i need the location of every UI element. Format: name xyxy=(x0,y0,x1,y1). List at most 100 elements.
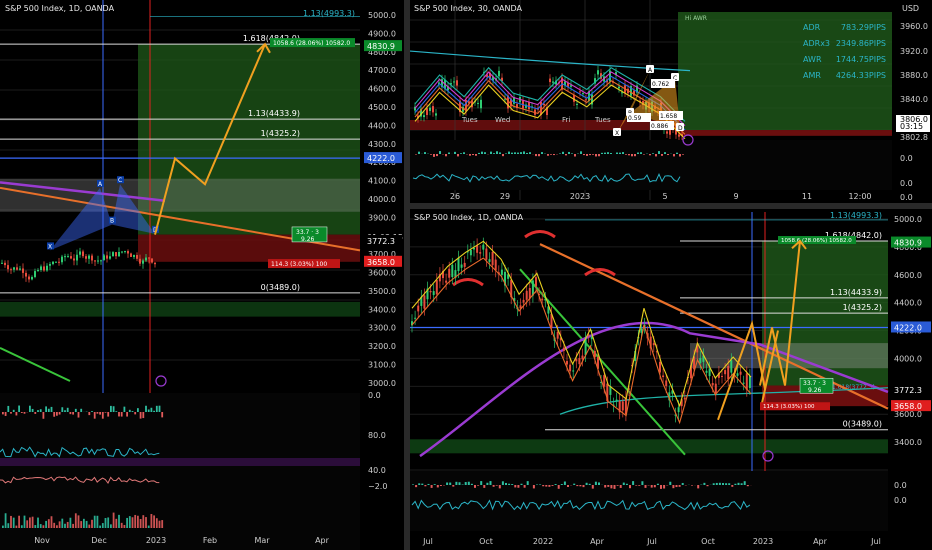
macd-histogram-bar xyxy=(576,485,579,487)
macd-histogram-bar xyxy=(161,412,164,418)
candle-body xyxy=(133,255,135,257)
volume-bar xyxy=(4,513,7,528)
volume-bar xyxy=(2,525,4,528)
macd-histogram-bar xyxy=(691,485,693,486)
trade-label-green-line1: 33.7 · 3 xyxy=(803,380,826,387)
macd-histogram-bar xyxy=(470,483,473,485)
macd-histogram-bar xyxy=(622,152,624,154)
macd-histogram-bar xyxy=(475,154,477,156)
macd-histogram-bar xyxy=(547,154,549,156)
time-axis-tick: Jul xyxy=(870,537,881,546)
macd-histogram-bar xyxy=(511,152,513,154)
macd-histogram-bar xyxy=(474,485,476,488)
macd-histogram-bar xyxy=(4,412,7,416)
macd-histogram-bar xyxy=(91,411,93,412)
macd-histogram-bar xyxy=(445,154,447,157)
volume-bar xyxy=(74,513,77,528)
volume-bar xyxy=(23,515,26,528)
volume-bar xyxy=(56,525,58,528)
macd-histogram-bar xyxy=(520,152,522,154)
macd-histogram-bar xyxy=(541,152,543,154)
price-axis-tick: 5000.0 xyxy=(368,11,396,20)
macd-histogram-bar xyxy=(34,412,37,414)
macd-histogram-bar xyxy=(678,485,681,487)
candle-body xyxy=(16,267,18,270)
macd-histogram-bar xyxy=(74,408,77,412)
candle-body xyxy=(621,92,623,94)
candle-body xyxy=(124,251,126,253)
macd-histogram-bar xyxy=(579,485,582,487)
macd-histogram-bar xyxy=(551,485,554,486)
macd-histogram-bar xyxy=(2,412,4,415)
macd-histogram-bar xyxy=(746,485,749,487)
macd-histogram-bar xyxy=(574,154,576,157)
candle-body xyxy=(597,70,599,75)
sub-axis-tick: 80.0 xyxy=(368,431,386,440)
macd-histogram-bar xyxy=(542,485,545,487)
pattern-point-label: C xyxy=(118,177,122,184)
candle-body xyxy=(76,254,78,261)
stat-value: 2349.86PIPS xyxy=(836,39,886,48)
candle-body xyxy=(730,360,733,373)
candle-body xyxy=(130,253,132,257)
macd-histogram-bar xyxy=(712,483,715,485)
volume-bar xyxy=(123,524,126,528)
macd-histogram-bar xyxy=(563,481,566,485)
candle-body xyxy=(705,370,708,373)
hi-awr-label: Hi AWR xyxy=(685,15,707,22)
volume-bar xyxy=(58,521,61,528)
time-axis-tick: Feb xyxy=(203,536,217,545)
candle-body xyxy=(566,361,568,365)
candle-body xyxy=(494,259,497,271)
macd-histogram-bar xyxy=(483,485,486,488)
candle-body xyxy=(429,107,431,111)
macd-histogram-bar xyxy=(737,482,740,485)
stat-value: 1744.75PIPS xyxy=(836,55,886,64)
volume-bar xyxy=(155,518,158,528)
macd-histogram-bar xyxy=(529,152,531,154)
candle-body xyxy=(94,260,96,262)
macd-histogram-bar xyxy=(731,485,734,487)
macd-histogram-bar xyxy=(15,412,18,416)
trade-label-red: 114.3 (3.03%) 100 xyxy=(763,404,815,410)
macd-histogram-bar xyxy=(635,485,638,486)
macd-histogram-bar xyxy=(477,485,480,486)
macd-histogram-bar xyxy=(573,483,576,485)
candle-body xyxy=(435,113,437,116)
candle-body xyxy=(139,258,141,264)
macd-histogram-bar xyxy=(12,409,15,412)
pattern-point-label: B xyxy=(110,218,114,225)
ratio-label: 1.658 xyxy=(660,113,677,120)
macd-histogram-bar xyxy=(523,485,526,488)
candle-body xyxy=(109,256,111,259)
macd-histogram-bar xyxy=(478,152,480,154)
candle-body xyxy=(469,249,472,256)
macd-histogram-bar xyxy=(457,154,459,157)
macd-histogram-bar xyxy=(619,152,621,154)
macd-histogram-bar xyxy=(150,407,153,412)
volume-bar xyxy=(37,517,39,528)
pattern-point-label: X xyxy=(615,130,619,137)
macd-histogram-bar xyxy=(498,485,501,489)
candle-body xyxy=(151,258,153,263)
chart-workspace: 1.618(4842.0)1.13(4433.9)1(4325.2)0(3489… xyxy=(0,0,932,550)
macd-histogram-bar xyxy=(126,412,128,417)
macd-histogram-bar xyxy=(535,154,537,157)
candle-body xyxy=(154,262,156,265)
candle-body xyxy=(652,343,655,346)
time-axis-tick: Jul xyxy=(646,537,657,546)
candle-body xyxy=(58,261,60,263)
target-box-label: 1058.6 (28.06%) 10582.0 xyxy=(273,40,350,47)
pattern-point-label: D xyxy=(678,125,683,132)
bottom-right-chart-title: S&P 500 Index, 1D, OANDA xyxy=(414,213,524,222)
macd-histogram-bar xyxy=(553,154,555,156)
stat-value: 783.29PIPS xyxy=(841,23,886,32)
macd-histogram-bar xyxy=(697,485,700,489)
volume-bar xyxy=(83,518,85,528)
macd-histogram-bar xyxy=(637,152,639,154)
left-chart-title: S&P 500 Index, 1D, OANDA xyxy=(5,4,115,13)
price-badge: 3772.3 xyxy=(894,386,922,395)
time-axis-tick: 2023 xyxy=(570,192,590,201)
macd-histogram-bar xyxy=(703,482,706,485)
candle-body xyxy=(621,401,624,411)
